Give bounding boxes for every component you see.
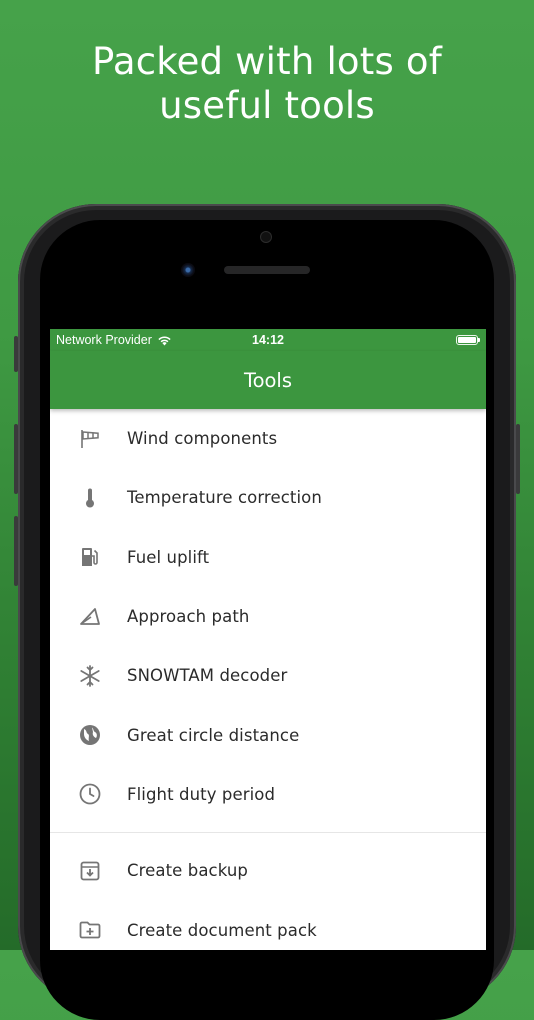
- list-item-label: SNOWTAM decoder: [127, 666, 288, 686]
- battery-icon: [456, 335, 480, 345]
- volume-up-button: [14, 424, 18, 494]
- phone-screen: Network Provider 14:12 Tools Wind compon…: [50, 329, 486, 950]
- list-item-snowtam-decoder[interactable]: SNOWTAM decoder: [50, 646, 486, 705]
- list-item-temperature-correction[interactable]: Temperature correction: [50, 468, 486, 527]
- clock-icon: [50, 782, 127, 806]
- list-item-label: Create document pack: [127, 920, 317, 940]
- list-item-label: Great circle distance: [127, 725, 300, 745]
- list-item-fuel-uplift[interactable]: Fuel uplift: [50, 528, 486, 587]
- proximity-sensor: [261, 232, 271, 242]
- volume-down-button: [14, 516, 18, 586]
- list-divider: [50, 832, 486, 834]
- thermometer-icon: [50, 486, 127, 510]
- page-title: Tools: [243, 368, 293, 392]
- list-item-great-circle-distance[interactable]: Great circle distance: [50, 705, 486, 764]
- globe-icon: [50, 723, 127, 747]
- list-item-label: Flight duty period: [127, 784, 276, 804]
- list-item-create-backup[interactable]: Create backup: [50, 841, 486, 900]
- archive-download-icon: [50, 859, 127, 883]
- fuel-pump-icon: [50, 545, 127, 569]
- list-item-label: Temperature correction: [127, 488, 322, 508]
- list-item-label: Fuel uplift: [127, 547, 210, 567]
- folder-add-icon: [50, 918, 127, 942]
- headline-line-1: Packed with lots of: [92, 40, 442, 83]
- status-bar: Network Provider 14:12: [50, 329, 486, 351]
- list-item-flight-duty-period[interactable]: Flight duty period: [50, 765, 486, 824]
- status-time: 14:12: [252, 333, 284, 347]
- front-camera: [181, 263, 195, 277]
- list-item-wind-components[interactable]: Wind components: [50, 409, 486, 468]
- earpiece-speaker: [224, 266, 310, 274]
- list-item-label: Wind components: [127, 429, 278, 449]
- list-item-label: Create backup: [127, 861, 249, 881]
- list-item-approach-path[interactable]: Approach path: [50, 587, 486, 646]
- promo-headline: Packed with lots of useful tools: [0, 40, 534, 128]
- list-item-create-document-pack[interactable]: Create document pack: [50, 900, 486, 950]
- mute-switch: [14, 336, 18, 372]
- power-button: [516, 424, 520, 494]
- app-bar: Tools: [50, 351, 486, 409]
- approach-path-icon: [50, 605, 127, 629]
- list-item-label: Approach path: [127, 607, 250, 627]
- snowflake-icon: [50, 664, 127, 688]
- windsock-icon: [50, 427, 127, 451]
- headline-line-2: useful tools: [159, 84, 375, 127]
- tools-list: Wind components Temperature correction F…: [50, 409, 486, 950]
